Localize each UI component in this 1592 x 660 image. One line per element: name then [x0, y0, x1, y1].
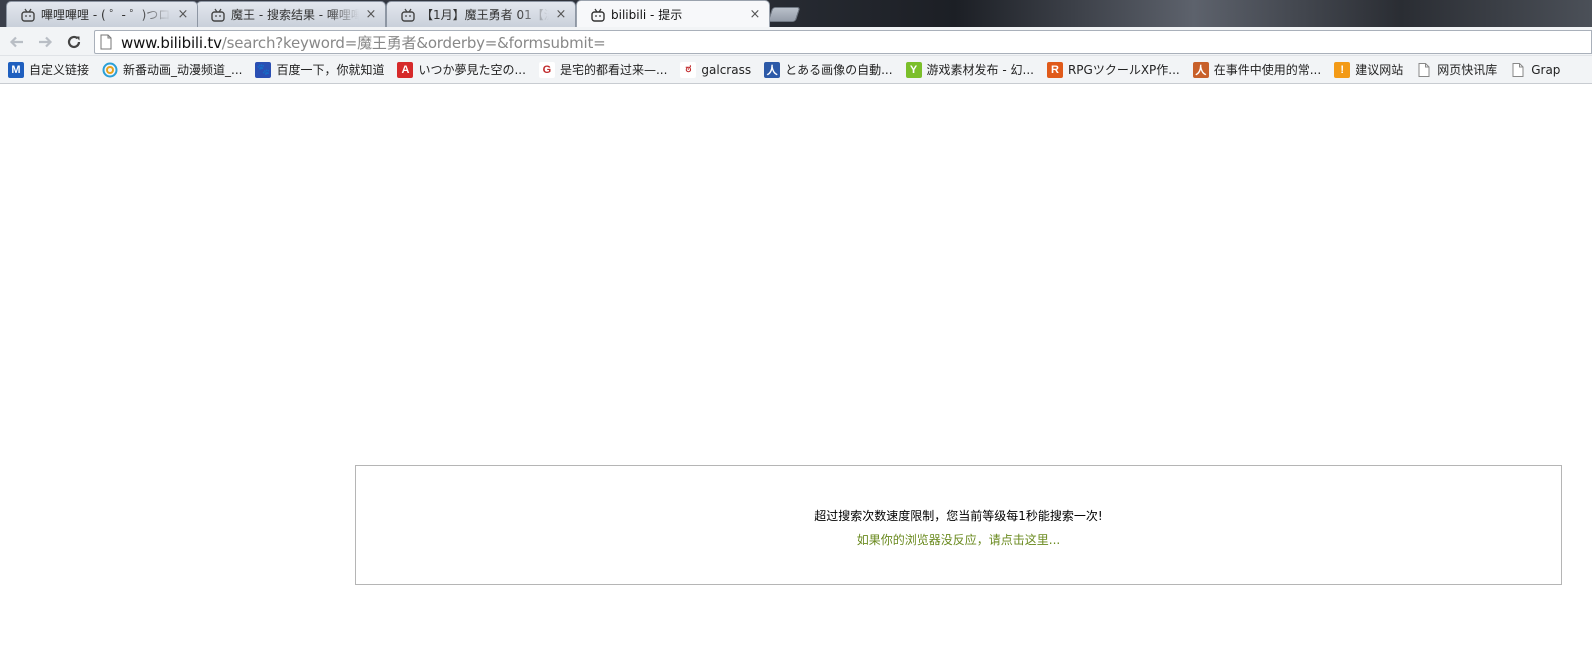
swirl-icon	[102, 62, 118, 78]
rpg-logo-icon: R	[1046, 61, 1063, 78]
a-logo-icon: A	[397, 61, 414, 78]
bookmark-item[interactable]: Grap	[1508, 59, 1562, 81]
bilibili-tv-icon	[591, 8, 605, 22]
tab-title: bilibili - 提示	[611, 8, 683, 22]
bilibili-tv-icon	[21, 8, 35, 22]
baidu-paw-icon: 🐾	[255, 61, 272, 78]
bookmark-label: 游戏素材发布 - 幻...	[926, 63, 1034, 77]
bookmark-label: 建议网站	[1355, 63, 1404, 77]
bookmark-label: 新番动画_动漫频道_...	[123, 63, 243, 77]
leaf-icon: Y	[905, 61, 922, 78]
bookmark-item[interactable]: M 自定义链接	[6, 59, 91, 81]
back-button[interactable]	[6, 31, 28, 53]
bookmark-item[interactable]: 🐾 百度一下，你就知道	[253, 59, 386, 81]
bookmark-item[interactable]: 新番动画_动漫频道_...	[100, 59, 244, 81]
rate-limit-notice: 超过搜索次数速度限制，您当前等级每1秒能搜索一次! 如果你的浏览器没反应，请点击…	[355, 465, 1562, 585]
bookmark-item[interactable]: ! 建议网站	[1332, 59, 1405, 81]
forward-button[interactable]	[34, 31, 56, 53]
bookmark-label: 网页快讯库	[1437, 63, 1498, 77]
back-arrow-icon	[9, 36, 23, 48]
bookmark-item[interactable]: R RPGツクールXP作...	[1045, 59, 1182, 81]
address-bar[interactable]: www.bilibili.tv/search?keyword=魔王勇者&orde…	[94, 30, 1592, 54]
tab-1[interactable]: 嗶哩嗶哩 - ( ゜- ゜)つロ 乾杯~ ×	[6, 1, 198, 27]
bookmark-item[interactable]: 人とある画像の自動...	[762, 59, 894, 81]
bulb-icon: !	[1334, 61, 1351, 78]
tab-title: 魔王 - 搜索结果 - 嗶哩嗶哩	[231, 8, 359, 22]
bookmark-item[interactable]: 人在事件中使用的常...	[1191, 59, 1323, 81]
m-logo-icon: M	[8, 61, 24, 78]
bookmark-item[interactable]: 网页快讯库	[1414, 59, 1499, 81]
reload-icon	[67, 35, 81, 49]
bilibili-tv-icon	[211, 8, 225, 22]
portrait-icon: 人	[1192, 61, 1209, 78]
reload-button[interactable]	[63, 31, 85, 53]
page-icon	[100, 34, 112, 50]
forward-arrow-icon	[39, 36, 53, 48]
close-tab-icon[interactable]: ×	[177, 8, 189, 21]
url-path: /search?keyword=魔王勇者&orderby=&formsubmit…	[221, 33, 606, 52]
bookmarks-bar: M 自定义链接 新番动画_动漫频道_... 🐾 百度一下，你就知道 A いつか夢見た空の..…	[0, 56, 1592, 84]
toolbar: www.bilibili.tv/search?keyword=魔王勇者&orde…	[0, 27, 1592, 56]
tab-title: 【1月】魔王勇者 01【流	[421, 8, 549, 22]
bookmark-item[interactable]: ಠ galcrass	[678, 59, 753, 81]
g-logo-icon: G	[538, 61, 555, 78]
bookmark-label: 百度一下，你就知道	[276, 63, 385, 77]
bookmark-item[interactable]: A いつか夢見た空の...	[395, 59, 527, 81]
bookmark-label: 自定义链接	[29, 63, 90, 77]
bookmark-label: いつか夢見た空の...	[418, 63, 526, 77]
cat-icon: ಠ	[680, 61, 697, 78]
tab-title: 嗶哩嗶哩 - ( ゜- ゜)つロ 乾杯~	[41, 8, 171, 22]
url-host: www.bilibili.tv	[121, 33, 222, 52]
bookmark-label: RPGツクールXP作...	[1067, 63, 1180, 77]
notice-message: 超过搜索次数速度限制，您当前等级每1秒能搜索一次!	[814, 509, 1103, 523]
redirect-link[interactable]: 如果你的浏览器没反应，请点击这里...	[356, 531, 1561, 548]
page-icon	[1416, 62, 1432, 78]
tab-strip: 嗶哩嗶哩 - ( ゜- ゜)つロ 乾杯~ × 魔王 - 搜索结果 - 嗶哩嗶哩 …	[0, 0, 1592, 27]
close-tab-icon[interactable]: ×	[555, 8, 567, 21]
page-icon	[1510, 62, 1526, 78]
url-text[interactable]: www.bilibili.tv/search?keyword=魔王勇者&orde…	[121, 32, 606, 53]
new-tab-button[interactable]	[767, 7, 801, 22]
bookmark-label: galcrass	[701, 62, 752, 77]
close-tab-icon[interactable]: ×	[749, 8, 761, 21]
bilibili-tv-icon	[401, 8, 415, 22]
bookmark-item[interactable]: G 是宅的都看过来—...	[537, 59, 669, 81]
bookmark-label: 在事件中使用的常...	[1213, 63, 1322, 77]
bookmark-item[interactable]: Y 游戏素材发布 - 幻...	[904, 59, 1036, 81]
bookmark-label: 是宅的都看过来—...	[559, 63, 668, 77]
bookmark-label: Grap	[1531, 62, 1561, 77]
tab-2[interactable]: 魔王 - 搜索结果 - 嗶哩嗶哩 ×	[196, 1, 386, 27]
tab-active[interactable]: bilibili - 提示 ×	[576, 0, 770, 27]
tab-3[interactable]: 【1月】魔王勇者 01【流 ×	[386, 1, 576, 27]
page-content: 超过搜索次数速度限制，您当前等级每1秒能搜索一次! 如果你的浏览器没反应，请点击…	[0, 85, 1592, 660]
mascot-icon: 人	[764, 61, 781, 78]
bookmark-label: とある画像の自動...	[785, 63, 893, 77]
close-tab-icon[interactable]: ×	[365, 8, 377, 21]
